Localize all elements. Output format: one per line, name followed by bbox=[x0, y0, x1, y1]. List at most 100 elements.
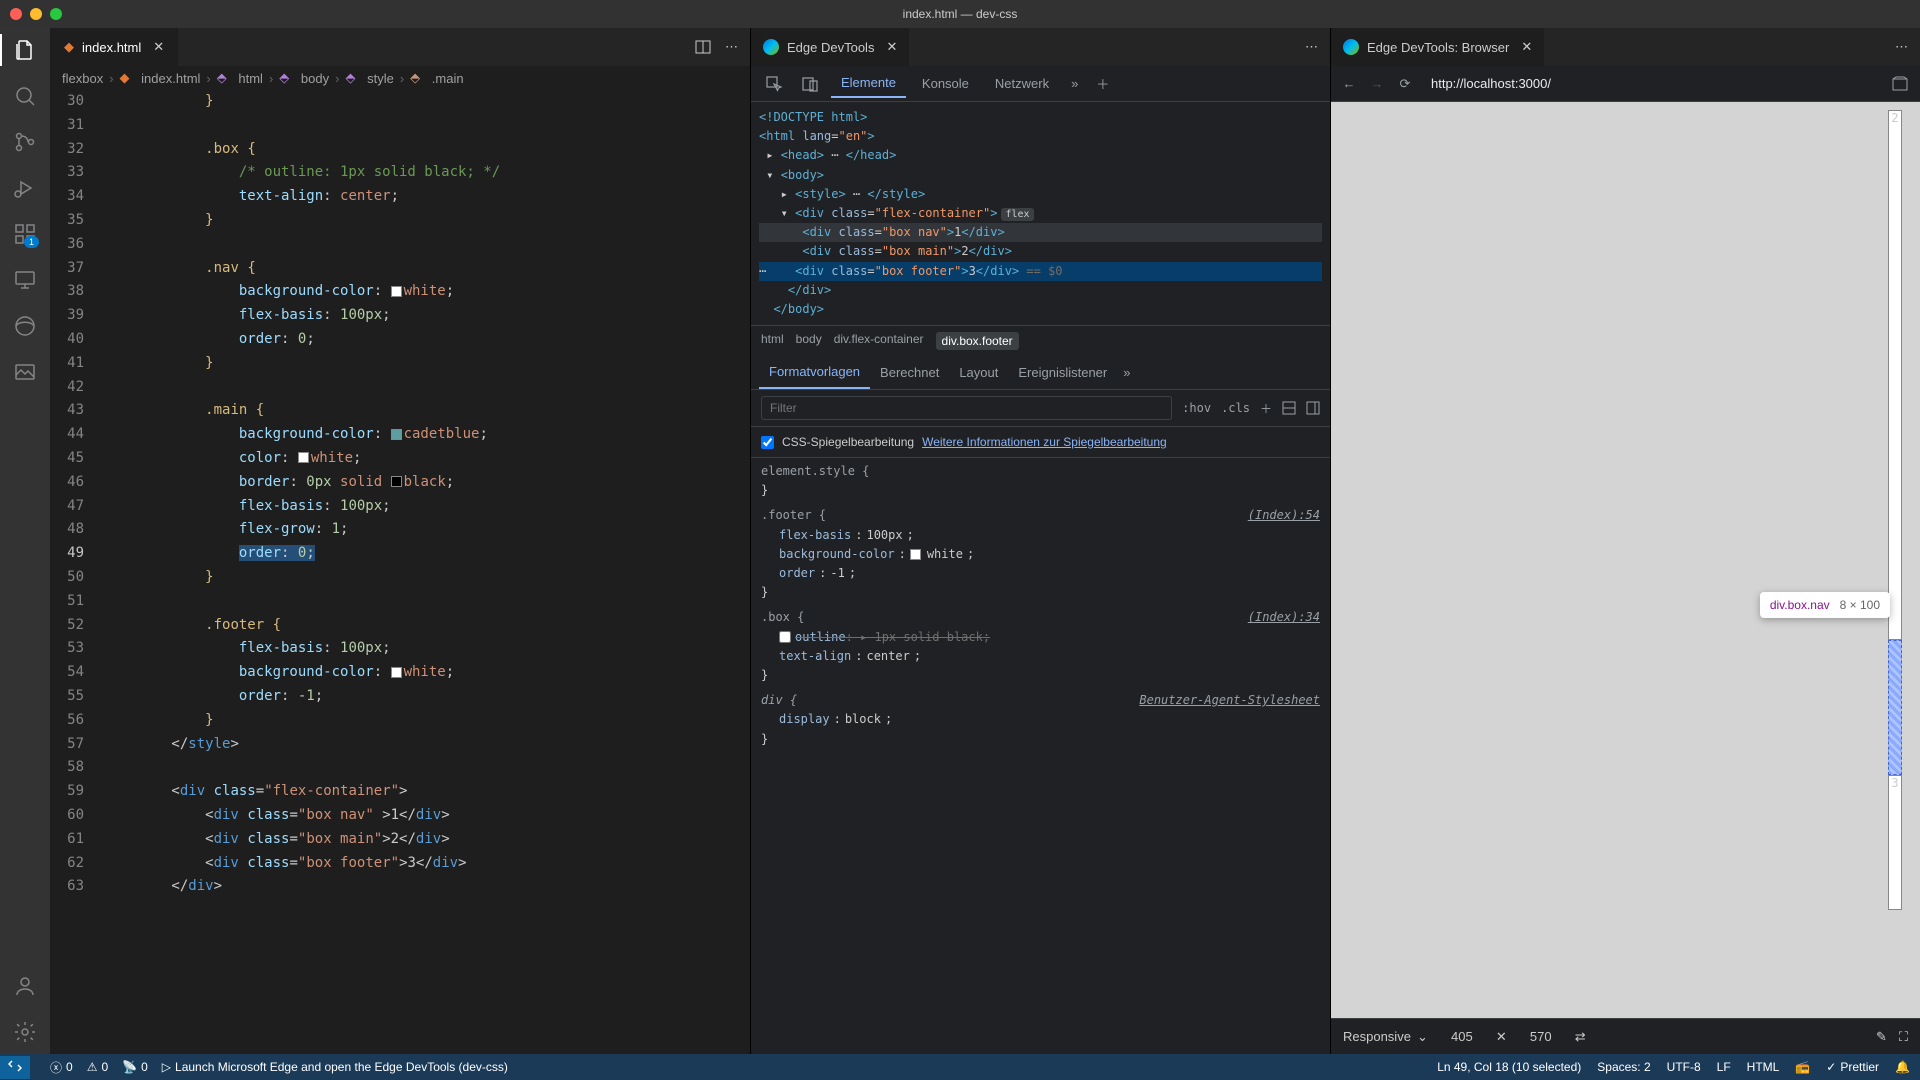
device-toggle-icon[interactable] bbox=[795, 71, 825, 97]
edge-tools-icon[interactable] bbox=[13, 314, 37, 338]
tab-formatvorlagen[interactable]: Formatvorlagen bbox=[759, 356, 870, 389]
go-live-icon[interactable]: 📻 bbox=[1795, 1060, 1810, 1074]
preview-box-nav bbox=[1888, 640, 1902, 775]
inspect-icon[interactable] bbox=[759, 71, 789, 97]
prettier-status[interactable]: ✓ Prettier bbox=[1826, 1060, 1879, 1074]
warnings-count[interactable]: ⚠ 0 bbox=[87, 1060, 108, 1074]
language-mode[interactable]: HTML bbox=[1747, 1060, 1780, 1074]
forward-icon[interactable]: → bbox=[1367, 76, 1387, 91]
edge-logo-icon bbox=[763, 39, 779, 55]
minimize-window-icon[interactable] bbox=[30, 8, 42, 20]
split-editor-icon[interactable] bbox=[695, 39, 711, 55]
window-titlebar: index.html — dev-css bbox=[0, 0, 1920, 28]
tab-index-html[interactable]: ◆ index.html ✕ bbox=[50, 28, 178, 66]
tab-konsole[interactable]: Konsole bbox=[912, 70, 979, 97]
dim-close-icon[interactable]: ✕ bbox=[1496, 1029, 1507, 1045]
reload-icon[interactable]: ⟳ bbox=[1395, 76, 1415, 92]
chevron-down-icon: ⌄ bbox=[1417, 1029, 1428, 1045]
url-field[interactable]: http://localhost:3000/ bbox=[1423, 72, 1884, 95]
devtools-pane: Edge DevTools ✕ ⋯ Elemente Konsole Netzw… bbox=[750, 28, 1330, 1054]
gallery-icon[interactable] bbox=[13, 360, 37, 384]
cls-toggle[interactable]: .cls bbox=[1221, 401, 1250, 415]
more-icon[interactable]: ⋯ bbox=[1305, 39, 1318, 55]
browser-viewport[interactable]: 2 3 div.box.nav 8 × 100 bbox=[1331, 102, 1920, 1018]
debug-icon[interactable] bbox=[13, 176, 37, 200]
browser-tab-label: Edge DevTools: Browser bbox=[1367, 40, 1509, 55]
styles-filter-input[interactable] bbox=[761, 396, 1172, 420]
bc-html[interactable]: ⬘ html bbox=[217, 70, 263, 86]
mirror-checkbox[interactable] bbox=[761, 436, 774, 449]
device-select[interactable]: Responsive ⌄ bbox=[1343, 1029, 1428, 1045]
device-toolbar: Responsive ⌄ 405 ✕ 570 ⇄ ✎ ⛶ bbox=[1331, 1018, 1920, 1054]
close-window-icon[interactable] bbox=[10, 8, 22, 20]
dom-breadcrumb[interactable]: html body div.flex-container div.box.foo… bbox=[751, 325, 1330, 356]
editor-tabs: ◆ index.html ✕ ⋯ bbox=[50, 28, 750, 66]
gear-icon[interactable] bbox=[13, 1020, 37, 1044]
breadcrumb[interactable]: flexbox› ◆ index.html› ⬘ html› ⬘ body› ⬘… bbox=[50, 66, 750, 90]
eyedropper-icon[interactable]: ✎ bbox=[1876, 1029, 1887, 1045]
tab-netzwerk[interactable]: Netzwerk bbox=[985, 70, 1059, 97]
maximize-window-icon[interactable] bbox=[50, 8, 62, 20]
devtools-tab-label: Edge DevTools bbox=[787, 40, 874, 55]
more-icon[interactable]: ⋯ bbox=[1895, 39, 1908, 55]
dom-tree[interactable]: <!DOCTYPE html> <html lang="en"> ▸ <head… bbox=[751, 102, 1330, 325]
screenshot-icon[interactable]: ⛶ bbox=[1899, 1029, 1908, 1045]
tab-berechnet[interactable]: Berechnet bbox=[870, 357, 949, 388]
tab-browser[interactable]: Edge DevTools: Browser ✕ bbox=[1331, 28, 1544, 66]
mirror-link[interactable]: Weitere Informationen zur Spiegelbearbei… bbox=[922, 435, 1167, 449]
tab-elemente[interactable]: Elemente bbox=[831, 69, 906, 98]
styles-rules[interactable]: element.style {} .footer {(Index):54 fle… bbox=[751, 458, 1330, 1054]
more-tabs-icon[interactable]: » bbox=[1065, 72, 1084, 95]
launch-edge-status[interactable]: ▷ Launch Microsoft Edge and open the Edg… bbox=[162, 1060, 508, 1074]
mirror-editing-row: CSS-Spiegelbearbeitung Weitere Informati… bbox=[751, 427, 1330, 458]
bc-file[interactable]: ◆ index.html bbox=[120, 70, 201, 86]
traffic-lights[interactable] bbox=[10, 8, 62, 20]
prop-checkbox[interactable] bbox=[779, 631, 791, 643]
extensions-icon[interactable]: 1 bbox=[13, 222, 37, 246]
remote-indicator[interactable] bbox=[0, 1056, 30, 1079]
bc-body[interactable]: ⬘ body bbox=[279, 70, 329, 86]
new-style-icon[interactable]: ＋ bbox=[1260, 400, 1272, 417]
sidebar-toggle-icon[interactable] bbox=[1306, 401, 1320, 415]
close-icon[interactable]: ✕ bbox=[153, 39, 164, 55]
rotate-icon[interactable]: ⇄ bbox=[1575, 1029, 1586, 1045]
bc-main[interactable]: ⬘ .main bbox=[410, 70, 463, 86]
inspect-tooltip: div.box.nav 8 × 100 bbox=[1760, 592, 1890, 618]
close-icon[interactable]: ✕ bbox=[886, 39, 897, 55]
screenshot-icon[interactable] bbox=[1892, 76, 1912, 92]
more-tabs-icon[interactable]: » bbox=[1117, 361, 1136, 384]
html-file-icon: ◆ bbox=[64, 39, 74, 55]
computed-toggle-icon[interactable] bbox=[1282, 401, 1296, 415]
close-icon[interactable]: ✕ bbox=[1521, 39, 1532, 55]
eol[interactable]: LF bbox=[1717, 1060, 1731, 1074]
code-editor[interactable]: 3031323334353637383940414243444546474849… bbox=[50, 90, 750, 1054]
tab-layout[interactable]: Layout bbox=[949, 357, 1008, 388]
tab-ereignislistener[interactable]: Ereignislistener bbox=[1008, 357, 1117, 388]
errors-count[interactable]: ⓧ 0 bbox=[50, 1059, 73, 1076]
hov-toggle[interactable]: :hov bbox=[1182, 401, 1211, 415]
viewport-height[interactable]: 570 bbox=[1519, 1029, 1563, 1044]
tab-devtools[interactable]: Edge DevTools ✕ bbox=[751, 28, 909, 66]
indentation[interactable]: Spaces: 2 bbox=[1597, 1060, 1650, 1074]
tab-label: index.html bbox=[82, 40, 141, 55]
cursor-position[interactable]: Ln 49, Col 18 (10 selected) bbox=[1437, 1060, 1581, 1074]
preview-box-3: 3 bbox=[1888, 775, 1902, 910]
more-icon[interactable]: ⋯ bbox=[725, 39, 738, 55]
extension-badge: 1 bbox=[24, 236, 39, 248]
explorer-icon[interactable] bbox=[13, 38, 37, 62]
status-bar: ⓧ 0 ⚠ 0 📡 0 ▷ Launch Microsoft Edge and … bbox=[0, 1054, 1920, 1080]
bc-flexbox[interactable]: flexbox bbox=[62, 71, 103, 86]
source-control-icon[interactable] bbox=[13, 130, 37, 154]
bc-style[interactable]: ⬘ style bbox=[345, 70, 393, 86]
devtools-toolbar: Elemente Konsole Netzwerk » ＋ bbox=[751, 66, 1330, 102]
viewport-width[interactable]: 405 bbox=[1440, 1029, 1484, 1044]
add-tab-icon[interactable]: ＋ bbox=[1090, 70, 1115, 97]
remote-explorer-icon[interactable] bbox=[13, 268, 37, 292]
notifications-icon[interactable]: 🔔 bbox=[1895, 1060, 1910, 1074]
encoding[interactable]: UTF-8 bbox=[1667, 1060, 1701, 1074]
ports-count[interactable]: 📡 0 bbox=[122, 1060, 148, 1074]
account-icon[interactable] bbox=[13, 974, 37, 998]
back-icon[interactable]: ← bbox=[1339, 76, 1359, 91]
preview-box-2: 2 bbox=[1888, 110, 1902, 640]
search-icon[interactable] bbox=[13, 84, 37, 108]
